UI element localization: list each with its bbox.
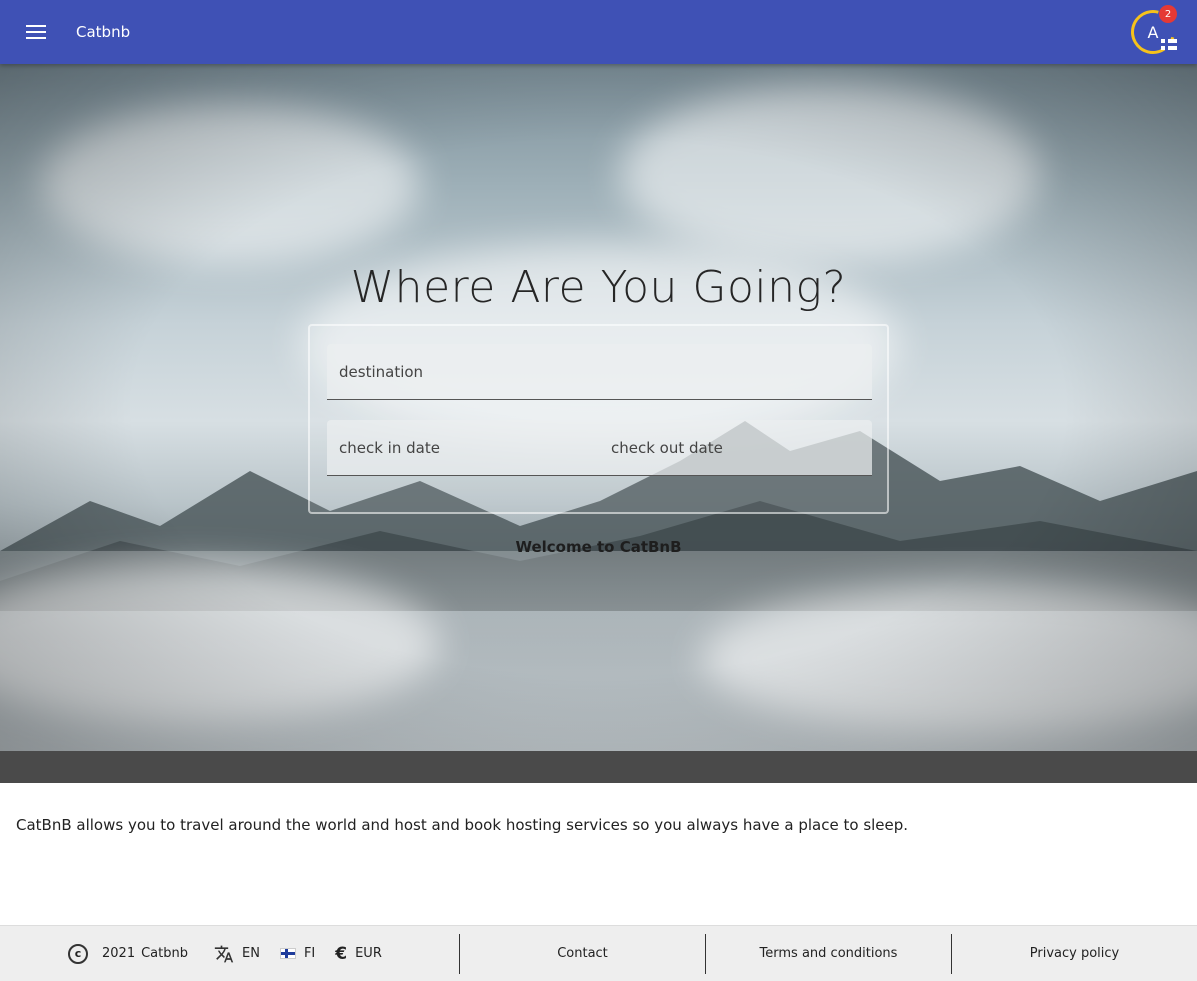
destination-field[interactable] — [327, 344, 872, 400]
welcome-text: Welcome to CatBnB — [515, 538, 682, 556]
destination-input[interactable] — [327, 344, 872, 400]
hero-background: Where Are You Going? Welcome to CatBnB — [0, 64, 1197, 751]
finland-flag-icon — [279, 948, 296, 959]
account-avatar-button[interactable]: A 2 — [1122, 1, 1184, 63]
copyright-brand: Catbnb — [141, 946, 188, 961]
check-in-date-input[interactable] — [327, 420, 599, 476]
hero-heading: Where Are You Going? — [350, 262, 847, 313]
terms-link[interactable]: Terms and conditions — [705, 933, 951, 974]
language-label: EN — [241, 946, 260, 961]
top-app-bar: Catbnb A 2 — [0, 0, 1197, 64]
copyright-year: 2021 — [102, 946, 136, 961]
menu-icon — [26, 21, 46, 43]
search-form — [308, 324, 889, 514]
menu-button[interactable] — [0, 0, 72, 64]
app-title[interactable]: Catbnb — [76, 23, 130, 41]
country-label: FI — [303, 946, 316, 961]
currency-selector[interactable]: € EUR — [335, 944, 382, 964]
copyright: c 2021 Catbnb — [68, 943, 194, 964]
copyright-icon: c — [68, 943, 88, 964]
country-selector[interactable]: FI — [279, 946, 316, 961]
euro-icon: € — [335, 943, 348, 964]
section-divider — [0, 751, 1197, 783]
footer: c 2021 Catbnb EN FI € EUR Contact Terms … — [0, 925, 1197, 981]
language-selector[interactable]: EN — [214, 944, 260, 964]
check-out-date-input[interactable] — [599, 420, 871, 476]
site-description: CatBnB allows you to travel around the w… — [16, 816, 909, 834]
footer-settings: c 2021 Catbnb EN FI € EUR — [0, 926, 459, 981]
currency-label: EUR — [355, 946, 382, 961]
date-range-field[interactable] — [327, 420, 872, 476]
finland-flag-icon — [1161, 39, 1177, 50]
notification-badge: 2 — [1159, 5, 1177, 23]
privacy-policy-link[interactable]: Privacy policy — [951, 933, 1197, 974]
translate-icon — [214, 944, 234, 964]
contact-link[interactable]: Contact — [459, 933, 705, 974]
